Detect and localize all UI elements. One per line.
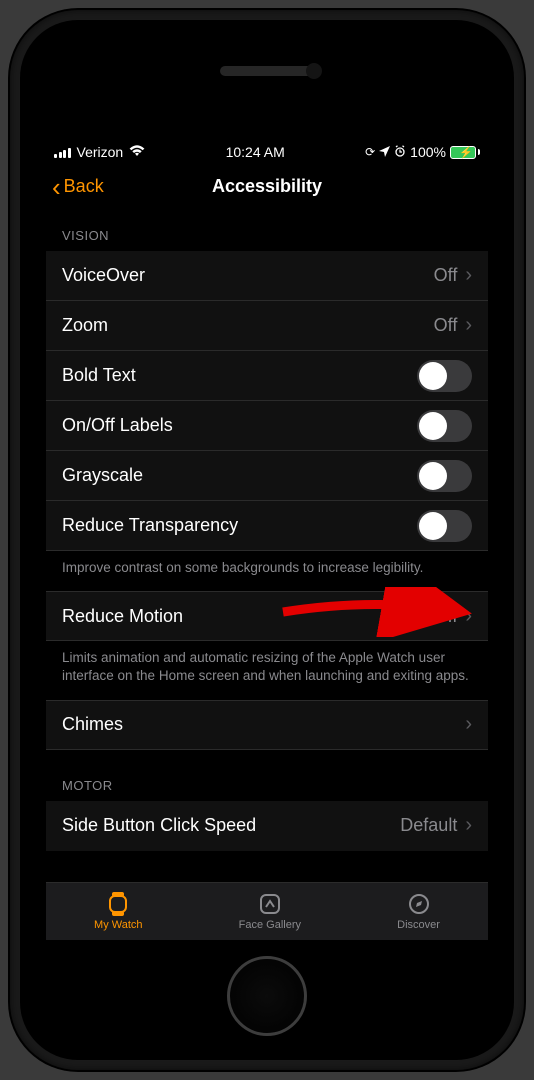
location-icon xyxy=(379,144,390,160)
back-label: Back xyxy=(64,176,104,197)
row-reduce-transparency[interactable]: Reduce Transparency xyxy=(46,501,488,551)
carrier-label: Verizon xyxy=(77,144,124,160)
status-bar: Verizon 10:24 AM ⟳ 100% ⚡ xyxy=(46,140,488,164)
row-label: Reduce Motion xyxy=(62,606,183,627)
watch-icon xyxy=(105,892,131,916)
toggle-grayscale[interactable] xyxy=(417,460,472,492)
toggle-onoff-labels[interactable] xyxy=(417,410,472,442)
home-button[interactable] xyxy=(227,956,307,1036)
tab-discover[interactable]: Discover xyxy=(397,892,440,931)
nav-bar: ‹ Back Accessibility xyxy=(46,164,488,210)
wifi-icon xyxy=(129,145,145,160)
row-chimes[interactable]: Chimes › xyxy=(46,700,488,750)
battery-icon: ⚡ xyxy=(450,146,480,159)
gallery-icon xyxy=(257,892,283,916)
back-button[interactable]: ‹ Back xyxy=(52,164,104,209)
section-header-vision: VISION xyxy=(46,210,488,251)
row-label: VoiceOver xyxy=(62,265,145,286)
section-header-motor: MOTOR xyxy=(46,750,488,801)
chevron-left-icon: ‹ xyxy=(52,174,61,200)
footer-motion: Limits animation and automatic resizing … xyxy=(46,641,488,699)
toggle-bold-text[interactable] xyxy=(417,360,472,392)
row-bold-text[interactable]: Bold Text xyxy=(46,351,488,401)
battery-pct: 100% xyxy=(410,144,446,160)
row-value: Default xyxy=(400,815,457,836)
front-camera xyxy=(306,63,322,79)
row-label: Grayscale xyxy=(62,465,143,486)
row-zoom[interactable]: Zoom Off › xyxy=(46,301,488,351)
row-side-button-speed[interactable]: Side Button Click Speed Default › xyxy=(46,801,488,851)
tab-label: Discover xyxy=(397,919,440,931)
tab-label: My Watch xyxy=(94,919,143,931)
row-label: Zoom xyxy=(62,315,108,336)
row-label: Bold Text xyxy=(62,365,136,386)
row-label: Side Button Click Speed xyxy=(62,815,256,836)
rotation-lock-icon: ⟳ xyxy=(365,145,375,159)
toggle-reduce-transparency[interactable] xyxy=(417,510,472,542)
page-title: Accessibility xyxy=(212,176,322,197)
row-value: Off xyxy=(434,606,458,627)
tab-face-gallery[interactable]: Face Gallery xyxy=(239,892,301,931)
chevron-right-icon: › xyxy=(465,814,472,837)
row-label: On/Off Labels xyxy=(62,415,173,436)
earpiece xyxy=(220,66,314,76)
footer-transparency: Improve contrast on some backgrounds to … xyxy=(46,551,488,591)
row-onoff-labels[interactable]: On/Off Labels xyxy=(46,401,488,451)
chevron-right-icon: › xyxy=(465,314,472,337)
signal-icon xyxy=(54,146,71,158)
clock: 10:24 AM xyxy=(226,144,285,160)
phone-frame: Verizon 10:24 AM ⟳ 100% ⚡ xyxy=(10,10,524,1070)
screen: Verizon 10:24 AM ⟳ 100% ⚡ xyxy=(46,140,488,940)
row-grayscale[interactable]: Grayscale xyxy=(46,451,488,501)
row-value: Off xyxy=(434,315,458,336)
tab-label: Face Gallery xyxy=(239,919,301,931)
row-voiceover[interactable]: VoiceOver Off › xyxy=(46,251,488,301)
row-label: Reduce Transparency xyxy=(62,515,238,536)
row-reduce-motion[interactable]: Reduce Motion Off › xyxy=(46,591,488,641)
chevron-right-icon: › xyxy=(465,713,472,736)
alarm-icon xyxy=(394,144,406,160)
settings-list[interactable]: VISION VoiceOver Off › Zoom Off › xyxy=(46,210,488,882)
row-label: Chimes xyxy=(62,714,123,735)
chevron-right-icon: › xyxy=(465,264,472,287)
tab-my-watch[interactable]: My Watch xyxy=(94,892,143,931)
tab-bar: My Watch Face Gallery Discover xyxy=(46,882,488,940)
row-value: Off xyxy=(434,265,458,286)
chevron-right-icon: › xyxy=(465,605,472,628)
compass-icon xyxy=(406,892,432,916)
